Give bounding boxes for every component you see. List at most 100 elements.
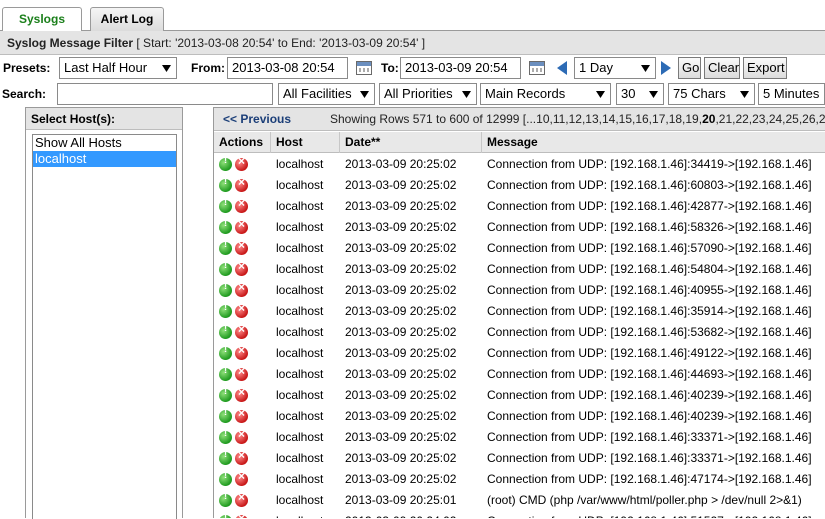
from-calendar-icon[interactable] (356, 61, 372, 75)
host-cell: localhost (276, 178, 324, 192)
acknowledge-icon[interactable] (219, 386, 232, 402)
delete-icon[interactable] (235, 385, 248, 402)
acknowledge-icon[interactable] (219, 155, 232, 171)
host-cell: localhost (276, 283, 324, 297)
delete-icon[interactable] (235, 343, 248, 360)
table-row: localhost 2013-03-09 20:25:02 Connection f… (214, 280, 825, 301)
delete-icon[interactable] (235, 406, 248, 423)
host-list[interactable]: Show All Hosts localhost (32, 134, 177, 519)
timespan-value: 1 Day (579, 60, 613, 75)
acknowledge-icon[interactable] (219, 302, 232, 318)
date-cell: 2013-03-09 20:25:02 (345, 451, 457, 465)
message-cell: Connection from UDP: [192.168.1.46]:4717… (487, 472, 812, 486)
delete-icon[interactable] (235, 427, 248, 444)
to-date-input[interactable]: 2013-03-09 20:54 (400, 57, 521, 79)
host-cell: localhost (276, 199, 324, 213)
table-row: localhost 2013-03-09 20:24:02 Connection f… (214, 511, 825, 518)
delete-icon[interactable] (235, 301, 248, 318)
acknowledge-icon[interactable] (219, 491, 232, 507)
acknowledge-icon[interactable] (219, 239, 232, 255)
column-header-date[interactable]: Date** (340, 132, 482, 153)
to-calendar-icon[interactable] (529, 61, 545, 75)
host-cell: localhost (271, 511, 323, 518)
date-cell: 2013-03-09 20:25:02 (345, 430, 457, 444)
refresh-select[interactable]: 5 Minutes (758, 83, 825, 105)
table-row: localhost 2013-03-09 20:25:02 Connection f… (214, 469, 825, 490)
acknowledge-icon[interactable] (219, 470, 232, 486)
timespan-select[interactable]: 1 Day (574, 57, 656, 79)
arrow-right-icon[interactable] (661, 61, 671, 75)
delete-icon[interactable] (235, 196, 248, 213)
rows-per-page-value: 30 (621, 86, 636, 101)
date-cell: 2013-03-09 20:25:02 (345, 325, 457, 339)
table-row: localhost 2013-03-09 20:25:02 Connection f… (214, 385, 825, 406)
table-row: localhost 2013-03-09 20:25:02 Connection f… (214, 175, 825, 196)
acknowledge-icon[interactable] (219, 365, 232, 381)
date-cell: 2013-03-09 20:25:02 (345, 178, 457, 192)
export-button[interactable]: Export (743, 57, 787, 79)
search-label: Search: (2, 87, 47, 101)
date-cell: 2013-03-09 20:25:02 (345, 199, 457, 213)
delete-icon[interactable] (235, 238, 248, 255)
presets-label: Presets: (3, 61, 51, 75)
go-button[interactable]: Go (678, 57, 701, 79)
current-page-number: 20 (702, 112, 716, 126)
acknowledge-icon[interactable] (219, 323, 232, 339)
message-cell: Connection from UDP: [192.168.1.46]:5480… (487, 262, 812, 276)
date-cell: 2013-03-09 20:25:02 (345, 220, 457, 234)
tab-syslogs[interactable]: Syslogs (2, 7, 82, 32)
records-select[interactable]: Main Records (480, 83, 611, 105)
acknowledge-icon[interactable] (219, 449, 232, 465)
tab-alert-log[interactable]: Alert Log (90, 7, 164, 31)
date-cell: 2013-03-09 20:25:01 (345, 493, 457, 507)
acknowledge-icon[interactable] (219, 344, 232, 360)
delete-icon[interactable] (235, 280, 248, 297)
host-cell: localhost (276, 472, 324, 486)
delete-icon[interactable] (235, 322, 248, 339)
acknowledge-icon[interactable] (219, 407, 232, 423)
filter-title-bar: Syslog Message Filter [ Start: '2013-03-… (0, 31, 825, 55)
presets-value: Last Half Hour (64, 60, 148, 75)
delete-icon[interactable] (235, 448, 248, 465)
priority-select[interactable]: All Priorities (379, 83, 477, 105)
previous-link[interactable]: << Previous (223, 108, 291, 131)
delete-icon[interactable] (235, 364, 248, 381)
host-option-localhost[interactable]: localhost (33, 151, 176, 167)
acknowledge-icon[interactable] (219, 428, 232, 444)
message-cell: Connection from UDP: [192.168.1.46]:4023… (487, 409, 812, 423)
table-row: localhost 2013-03-09 20:25:02 Connection f… (214, 406, 825, 427)
host-option-show-all[interactable]: Show All Hosts (33, 135, 176, 151)
message-cell: Connection from UDP: [192.168.1.46]:4023… (487, 388, 812, 402)
host-cell: localhost (276, 388, 324, 402)
table-row: localhost 2013-03-09 20:25:02 Connection f… (214, 343, 825, 364)
delete-icon[interactable] (235, 217, 248, 234)
date-cell: 2013-03-09 20:25:02 (345, 472, 457, 486)
delete-icon[interactable] (235, 154, 248, 171)
chevron-down-icon (596, 91, 605, 98)
chevron-down-icon (162, 65, 171, 72)
acknowledge-icon[interactable] (219, 218, 232, 234)
acknowledge-icon[interactable] (219, 176, 232, 192)
delete-icon[interactable] (235, 469, 248, 486)
search-input[interactable] (57, 83, 273, 105)
rows-per-page-select[interactable]: 30 (616, 83, 664, 105)
date-cell: 2013-03-09 20:25:02 (345, 346, 457, 360)
presets-select[interactable]: Last Half Hour (59, 57, 177, 79)
message-cell: Connection from UDP: [192.168.1.46]:5368… (487, 325, 812, 339)
acknowledge-icon[interactable] (219, 260, 232, 276)
delete-icon[interactable] (235, 175, 248, 192)
message-chars-select[interactable]: 75 Chars (668, 83, 755, 105)
facility-select[interactable]: All Facilities (278, 83, 375, 105)
acknowledge-icon[interactable] (219, 281, 232, 297)
table-row: localhost 2013-03-09 20:25:02 Connection f… (214, 301, 825, 322)
clear-button[interactable]: Clear (704, 57, 740, 79)
delete-icon[interactable] (235, 259, 248, 276)
filter-range: [ Start: '2013-03-08 20:54' to End: '201… (136, 36, 426, 50)
arrow-left-icon[interactable] (557, 61, 567, 75)
column-header-host[interactable]: Host (271, 132, 340, 153)
delete-icon[interactable] (235, 490, 248, 507)
chevron-down-icon (740, 91, 749, 98)
acknowledge-icon[interactable] (219, 197, 232, 213)
from-date-input[interactable]: 2013-03-08 20:54 (227, 57, 348, 79)
table-row: localhost 2013-03-09 20:25:02 Connection f… (214, 154, 825, 175)
